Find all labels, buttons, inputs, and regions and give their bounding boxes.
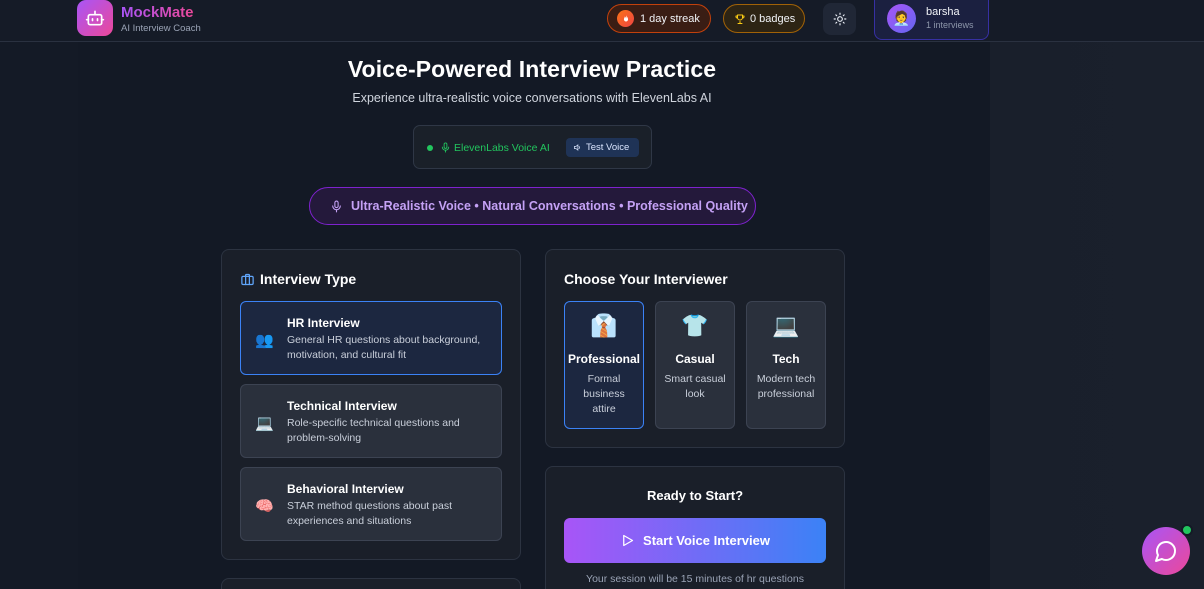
trophy-icon <box>735 14 745 24</box>
next-settings-card <box>221 578 521 589</box>
top-header: MockMate AI Interview Coach 1 day streak… <box>0 0 1204 42</box>
person-icon: 🧑‍💼 <box>892 10 911 26</box>
start-interview-button[interactable]: Start Voice Interview <box>564 518 826 563</box>
interview-option-title: Technical Interview <box>287 399 397 413</box>
feature-pill-label: Ultra-Realistic Voice • Natural Conversa… <box>351 199 748 213</box>
streak-badge[interactable]: 1 day streak <box>607 4 711 33</box>
interviewer-name: Casual <box>675 352 715 366</box>
laptop-icon: 💻 <box>772 313 800 338</box>
interview-option-technical[interactable]: 💻 Technical Interview Role-specific tech… <box>240 384 502 458</box>
status-dot <box>427 145 433 151</box>
brand-name: MockMate <box>121 4 194 21</box>
interviewer-name: Tech <box>772 352 800 366</box>
user-interview-count: 1 interviews <box>926 20 974 30</box>
test-voice-button[interactable]: Test Voice <box>566 138 639 157</box>
chat-bubble-icon <box>1155 541 1176 562</box>
voice-status-panel: ElevenLabs Voice AI Test Voice <box>413 125 652 169</box>
robot-icon <box>85 10 105 26</box>
interview-option-desc: Role-specific technical questions and pr… <box>287 417 460 444</box>
interviewer-desc: Formal business attire <box>583 373 625 415</box>
tshirt-icon: 👕 <box>681 313 709 338</box>
page-title: Voice-Powered Interview Practice <box>347 56 717 82</box>
interview-option-hr[interactable]: 👥 HR Interview General HR questions abou… <box>240 301 502 375</box>
feature-pill: Ultra-Realistic Voice • Natural Conversa… <box>309 187 756 225</box>
interviewer-option-professional[interactable]: 👔 Professional Formal business attire <box>564 301 644 429</box>
play-icon <box>623 534 634 547</box>
badges-counter[interactable]: 0 badges <box>723 4 805 33</box>
start-card: Ready to Start? Start Voice Interview Yo… <box>545 466 845 589</box>
interviewer-desc: Smart casual look <box>664 373 726 400</box>
sun-icon <box>833 12 846 26</box>
test-voice-label: Test Voice <box>586 142 630 153</box>
start-interview-label: Start Voice Interview <box>643 533 770 548</box>
start-title: Ready to Start? <box>646 488 744 503</box>
suit-icon: 👔 <box>590 313 618 338</box>
brain-icon: 🧠 <box>255 498 274 515</box>
interview-type-title: Interview Type <box>260 271 357 287</box>
interview-option-desc: General HR questions about background, m… <box>287 334 481 361</box>
interview-option-title: HR Interview <box>287 316 360 330</box>
user-profile-button[interactable]: 🧑‍💼 barsha 1 interviews <box>874 0 989 40</box>
user-name: barsha <box>926 6 960 18</box>
interview-option-title: Behavioral Interview <box>287 482 404 496</box>
interviewer-option-casual[interactable]: 👕 Casual Smart casual look <box>655 301 735 429</box>
interviewer-name: Professional <box>567 352 641 366</box>
streak-label: 1 day streak <box>640 12 700 25</box>
mic-icon <box>441 142 450 153</box>
voice-status-label: ElevenLabs Voice AI <box>454 142 550 154</box>
laptop-icon: 💻 <box>255 415 274 432</box>
interview-option-behavioral[interactable]: 🧠 Behavioral Interview STAR method quest… <box>240 467 502 541</box>
interviewer-title: Choose Your Interviewer <box>564 271 728 287</box>
online-indicator <box>1181 524 1193 536</box>
interview-type-card: Interview Type 👥 HR Interview General HR… <box>221 249 521 560</box>
mic-icon <box>332 200 341 212</box>
flame-icon <box>617 10 634 27</box>
theme-toggle-button[interactable] <box>823 3 856 35</box>
interviewer-card: Choose Your Interviewer 👔 Professional F… <box>545 249 845 448</box>
interview-option-desc: STAR method questions about past experie… <box>287 500 452 527</box>
interviewer-option-tech[interactable]: 💻 Tech Modern tech professional <box>746 301 826 429</box>
speaker-icon <box>574 144 580 151</box>
people-icon: 👥 <box>255 332 274 349</box>
avatar: 🧑‍💼 <box>887 4 916 33</box>
logo[interactable] <box>77 0 113 36</box>
badges-label: 0 badges <box>750 12 796 25</box>
interviewer-desc: Modern tech professional <box>756 373 816 400</box>
brand-subtitle: AI Interview Coach <box>121 23 201 34</box>
session-note: Your session will be 15 minutes of hr qu… <box>586 573 804 585</box>
page-subtitle: Experience ultra-realistic voice convers… <box>352 91 712 105</box>
briefcase-icon <box>241 273 254 286</box>
